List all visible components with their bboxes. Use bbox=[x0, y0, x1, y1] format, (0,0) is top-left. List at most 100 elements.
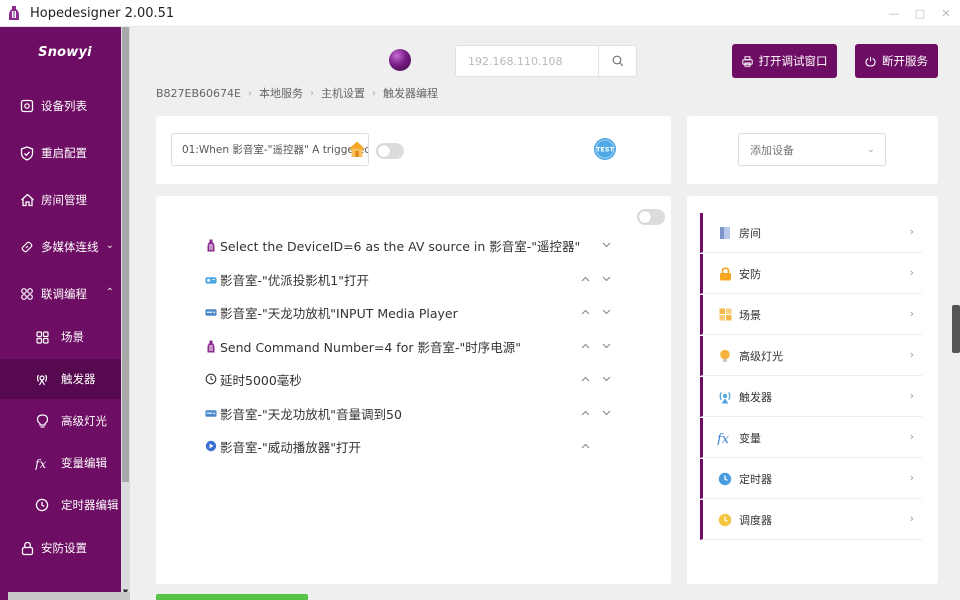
move-up-chevron-icon[interactable] bbox=[578, 305, 592, 319]
maximize-button[interactable]: □ bbox=[908, 0, 932, 27]
breadcrumb-item: 触发器编程 bbox=[382, 87, 438, 100]
sidebar-item-device-list[interactable]: 设备列表 bbox=[0, 86, 130, 126]
minimize-button[interactable]: — bbox=[882, 0, 906, 27]
action-text: 延时5000毫秒 bbox=[220, 372, 302, 388]
projector-icon bbox=[205, 273, 217, 285]
bulb-icon bbox=[717, 348, 733, 364]
action-text: 影音室-"天龙功放机"INPUT Media Player bbox=[220, 305, 458, 321]
house-icon[interactable] bbox=[347, 139, 367, 159]
horizontal-scrollbar[interactable] bbox=[8, 592, 130, 600]
disconnect-service-button[interactable]: 断开服务 bbox=[855, 44, 938, 78]
sidebar-item-label: 场景 bbox=[61, 330, 84, 344]
sidebar-item-security-settings[interactable]: 安防设置 bbox=[0, 528, 130, 568]
scene-icon bbox=[34, 329, 50, 345]
trigger-select[interactable]: 01:When 影音室-"遥控器" A triggered bbox=[171, 133, 369, 166]
chevron-right-icon: › bbox=[909, 389, 914, 402]
toggle-knob bbox=[378, 145, 390, 157]
sidebar-item-label: 房间管理 bbox=[41, 193, 87, 207]
move-down-chevron-icon[interactable] bbox=[599, 372, 613, 386]
move-up-chevron-icon[interactable] bbox=[578, 272, 592, 286]
amplifier-icon bbox=[205, 407, 217, 419]
sidebar-item-trigger[interactable]: 触发器 bbox=[0, 359, 130, 399]
trigger-enable-toggle[interactable] bbox=[376, 143, 404, 159]
move-down-chevron-icon[interactable] bbox=[599, 238, 613, 252]
test-button[interactable]: TEST bbox=[593, 137, 617, 161]
window-scrollbar-thumb[interactable] bbox=[952, 305, 960, 353]
svg-text:fx: fx bbox=[35, 457, 46, 470]
device-list-icon bbox=[19, 98, 35, 114]
sidebar-item-label: 变量编辑 bbox=[61, 456, 107, 470]
move-up-chevron-icon[interactable] bbox=[578, 372, 592, 386]
actions-enable-toggle[interactable] bbox=[637, 209, 665, 225]
category-label: 场景 bbox=[739, 308, 761, 322]
action-row[interactable]: Send Command Number=4 for 影音室-"时序电源" bbox=[205, 336, 521, 356]
link-icon bbox=[19, 239, 35, 255]
trigger-icon bbox=[717, 389, 733, 405]
sidebar-item-restart-config[interactable]: 重启配置 bbox=[0, 133, 130, 173]
printer-icon bbox=[741, 55, 753, 67]
move-down-chevron-icon[interactable] bbox=[599, 406, 613, 420]
sidebar-item-advanced-lighting[interactable]: 高级灯光 bbox=[0, 401, 130, 441]
fx-icon: fx bbox=[717, 430, 733, 446]
action-row[interactable]: 延时5000毫秒 bbox=[205, 369, 302, 389]
title-bar: Hopedesigner 2.00.51 — □ ✕ bbox=[0, 0, 960, 27]
category-item[interactable]: 定时器 › bbox=[700, 459, 922, 499]
chevron-right-icon: › bbox=[371, 87, 376, 99]
move-down-chevron-icon[interactable] bbox=[599, 339, 613, 353]
action-text: Send Command Number=4 for 影音室-"时序电源" bbox=[220, 339, 521, 355]
sidebar-item-multimedia-link[interactable]: 多媒体连线 ⌄ bbox=[0, 227, 130, 267]
sidebar-item-timer-edit[interactable]: 定时器编辑 bbox=[0, 485, 130, 525]
scene-icon bbox=[717, 307, 733, 323]
category-item[interactable]: 安防 › bbox=[700, 254, 922, 294]
clock-icon bbox=[205, 373, 217, 385]
open-debug-window-button[interactable]: 打开调试窗口 bbox=[732, 44, 837, 78]
sidebar-item-room-management[interactable]: 房间管理 bbox=[0, 180, 130, 220]
search-box bbox=[455, 45, 637, 77]
chevron-right-icon: › bbox=[909, 225, 914, 238]
action-row[interactable]: 影音室-"优派投影机1"打开 bbox=[205, 269, 369, 289]
category-item[interactable]: 调度器 › bbox=[700, 500, 922, 540]
move-down-chevron-icon[interactable] bbox=[599, 305, 613, 319]
action-text: 影音室-"优派投影机1"打开 bbox=[220, 272, 369, 288]
category-item[interactable]: 场景 › bbox=[700, 295, 922, 335]
search-input[interactable] bbox=[456, 46, 598, 76]
sidebar-item-variable-edit[interactable]: fx 变量编辑 bbox=[0, 443, 130, 483]
category-item[interactable]: fx 变量 › bbox=[700, 418, 922, 458]
sidebar-item-linkage-programming[interactable]: 联调编程 ⌃ bbox=[0, 274, 130, 314]
breadcrumb-item[interactable]: 主机设置 bbox=[321, 85, 365, 101]
amplifier-icon bbox=[205, 306, 217, 318]
action-row[interactable]: 影音室-"天龙功放机"音量调到50 bbox=[205, 403, 402, 423]
sidebar-item-scene[interactable]: 场景 bbox=[0, 317, 130, 357]
move-up-chevron-icon[interactable] bbox=[578, 339, 592, 353]
breadcrumb-item[interactable]: B827EB60674E bbox=[156, 87, 241, 100]
action-row[interactable]: 影音室-"威动播放器"打开 bbox=[205, 436, 361, 456]
action-row[interactable]: Select the DeviceID=6 as the AV source i… bbox=[205, 235, 580, 255]
chevron-right-icon: › bbox=[247, 87, 252, 99]
green-action-bar[interactable] bbox=[156, 594, 308, 600]
breadcrumb-item[interactable]: 本地服务 bbox=[259, 85, 303, 101]
action-row[interactable]: 影音室-"天龙功放机"INPUT Media Player bbox=[205, 302, 458, 322]
move-up-chevron-icon[interactable] bbox=[578, 406, 592, 420]
category-item[interactable]: 房间 › bbox=[700, 213, 922, 253]
sidebar-scrollbar[interactable]: ▼ bbox=[121, 27, 130, 600]
app-logo-icon bbox=[9, 6, 19, 20]
move-up-chevron-icon[interactable] bbox=[578, 439, 592, 453]
category-label: 变量 bbox=[739, 431, 761, 445]
sidebar-item-label: 重启配置 bbox=[41, 146, 87, 160]
move-down-chevron-icon[interactable] bbox=[599, 272, 613, 286]
add-device-placeholder: 添加设备 bbox=[750, 143, 794, 157]
chevron-right-icon: › bbox=[909, 348, 914, 361]
search-button[interactable] bbox=[598, 46, 636, 76]
close-button[interactable]: ✕ bbox=[934, 0, 958, 27]
clock-icon bbox=[717, 471, 733, 487]
status-orb-icon bbox=[389, 49, 411, 71]
category-item[interactable]: 触发器 › bbox=[700, 377, 922, 417]
player-icon bbox=[205, 440, 217, 452]
sidebar-scrollbar-thumb[interactable] bbox=[122, 27, 129, 482]
category-label: 调度器 bbox=[739, 513, 772, 527]
shield-icon bbox=[19, 145, 35, 161]
open-debug-window-label: 打开调试窗口 bbox=[758, 54, 828, 68]
add-device-select[interactable]: 添加设备 ⌄ bbox=[738, 133, 886, 166]
category-item[interactable]: 高级灯光 › bbox=[700, 336, 922, 376]
action-text: Select the DeviceID=6 as the AV source i… bbox=[220, 238, 581, 254]
